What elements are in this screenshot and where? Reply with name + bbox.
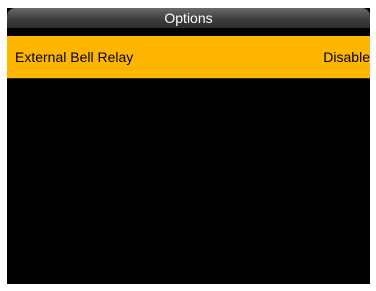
title-bar: Options bbox=[7, 8, 370, 28]
option-label: External Bell Relay bbox=[15, 49, 134, 65]
device-screen: Options External Bell Relay Disable bbox=[7, 8, 370, 284]
empty-list-area bbox=[7, 79, 370, 284]
option-row-external-bell-relay[interactable]: External Bell Relay Disable bbox=[7, 36, 370, 79]
option-value: Disable bbox=[323, 49, 370, 65]
screen-title: Options bbox=[164, 10, 213, 26]
